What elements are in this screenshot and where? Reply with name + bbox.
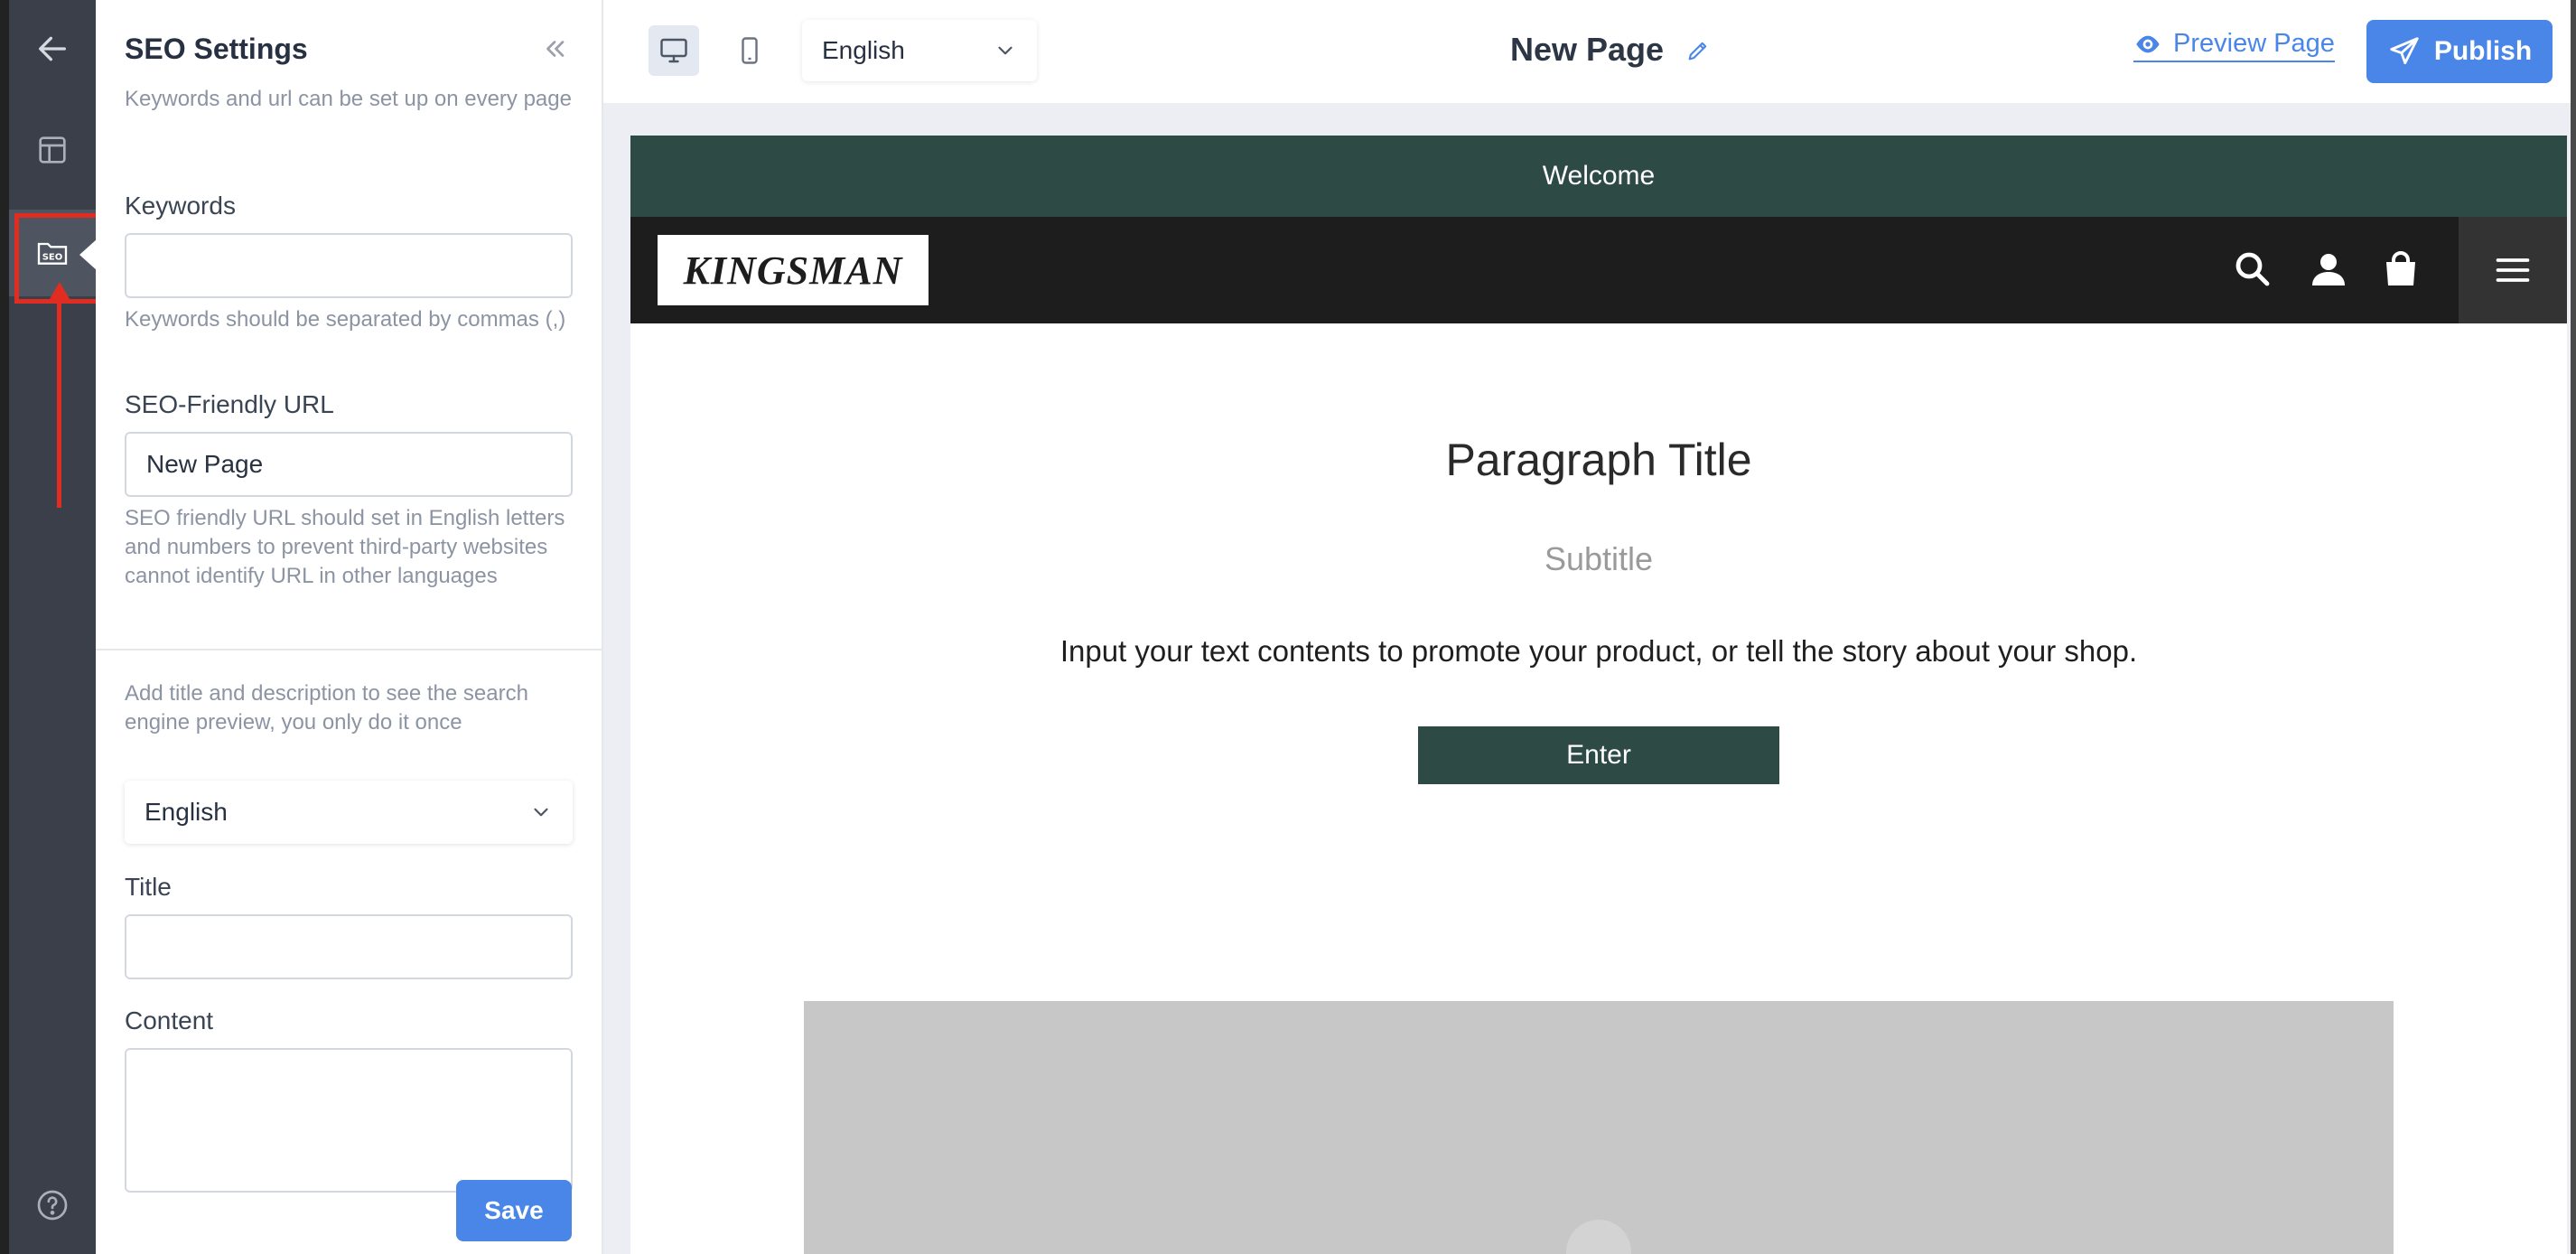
enter-button[interactable]: Enter (1418, 726, 1779, 784)
store-header[interactable]: KINGSMAN (630, 217, 2567, 323)
seo-language-select[interactable]: English (125, 781, 573, 844)
mobile-icon (742, 37, 758, 64)
annotation-arrow (57, 298, 61, 508)
eye-icon (2136, 35, 2160, 52)
save-button[interactable]: Save (456, 1180, 572, 1241)
publish-button[interactable]: Publish (2366, 20, 2553, 83)
back-button[interactable] (9, 5, 96, 92)
content-textarea[interactable] (125, 1048, 573, 1193)
chevron-down-icon (998, 46, 1013, 55)
seo-url-hint: SEO friendly URL should set in English l… (125, 506, 565, 588)
menu-button[interactable] (2459, 217, 2567, 323)
hamburger-menu-icon (2496, 258, 2530, 282)
help-button[interactable] (9, 1162, 96, 1249)
search-preview-hint: Add title and description to see the sea… (125, 681, 528, 735)
pencil-icon[interactable] (1685, 38, 1711, 63)
window-edge (2571, 0, 2576, 1254)
desktop-icon (660, 38, 687, 63)
announcement-bar[interactable]: Welcome (630, 136, 2567, 217)
paragraph-title[interactable]: Paragraph Title (630, 434, 2567, 486)
collapse-icon[interactable] (538, 33, 571, 65)
mobile-view-button[interactable] (724, 25, 775, 76)
editor-topbar: English New Page Preview Page Publish (603, 0, 2576, 105)
keywords-hint: Keywords should be separated by commas (… (125, 307, 566, 332)
layout-icon (39, 136, 66, 164)
user-icon[interactable] (2307, 248, 2350, 291)
desktop-view-button[interactable] (649, 25, 699, 76)
layout-button[interactable] (9, 107, 96, 193)
keywords-input[interactable] (125, 233, 573, 298)
page-name: New Page (1510, 31, 1665, 68)
keywords-label: Keywords (125, 192, 236, 220)
panel-title: SEO Settings (125, 33, 308, 65)
search-icon[interactable] (2231, 248, 2274, 291)
title-label: Title (125, 873, 172, 901)
page-preview: Welcome KINGSMAN Paragraph Title Subtitl… (630, 136, 2567, 1254)
image-placeholder[interactable] (804, 1001, 2394, 1254)
back-arrow-icon (39, 36, 67, 61)
title-input[interactable] (125, 914, 573, 979)
editor-language-value: English (822, 36, 905, 64)
store-logo[interactable]: KINGSMAN (658, 235, 929, 305)
panel-intro: Keywords and url can be set up on every … (125, 87, 572, 111)
seo-settings-panel: SEO Settings Keywords and url can be set… (96, 0, 603, 1254)
paper-plane-icon (2390, 37, 2419, 65)
preview-page-label: Preview Page (2173, 29, 2335, 58)
chevron-down-icon (534, 808, 548, 817)
seo-url-label: SEO-Friendly URL (125, 390, 334, 418)
publish-label: Publish (2433, 36, 2533, 66)
enter-button-label: Enter (1566, 740, 1631, 770)
editor-language-select[interactable]: English (802, 20, 1037, 81)
help-icon (37, 1190, 68, 1221)
welcome-text: Welcome (1542, 161, 1656, 191)
seo-url-input[interactable] (125, 432, 573, 497)
shopping-bag-icon[interactable] (2379, 248, 2422, 291)
seo-language-value: English (145, 798, 228, 826)
paragraph-subtitle[interactable]: Subtitle (630, 540, 2567, 578)
icon-rail: SEO (0, 0, 96, 1254)
content-label: Content (125, 1006, 214, 1034)
paragraph-body[interactable]: Input your text contents to promote your… (630, 634, 2567, 669)
section-divider (96, 649, 603, 650)
preview-page-link[interactable]: Preview Page (2133, 29, 2335, 62)
